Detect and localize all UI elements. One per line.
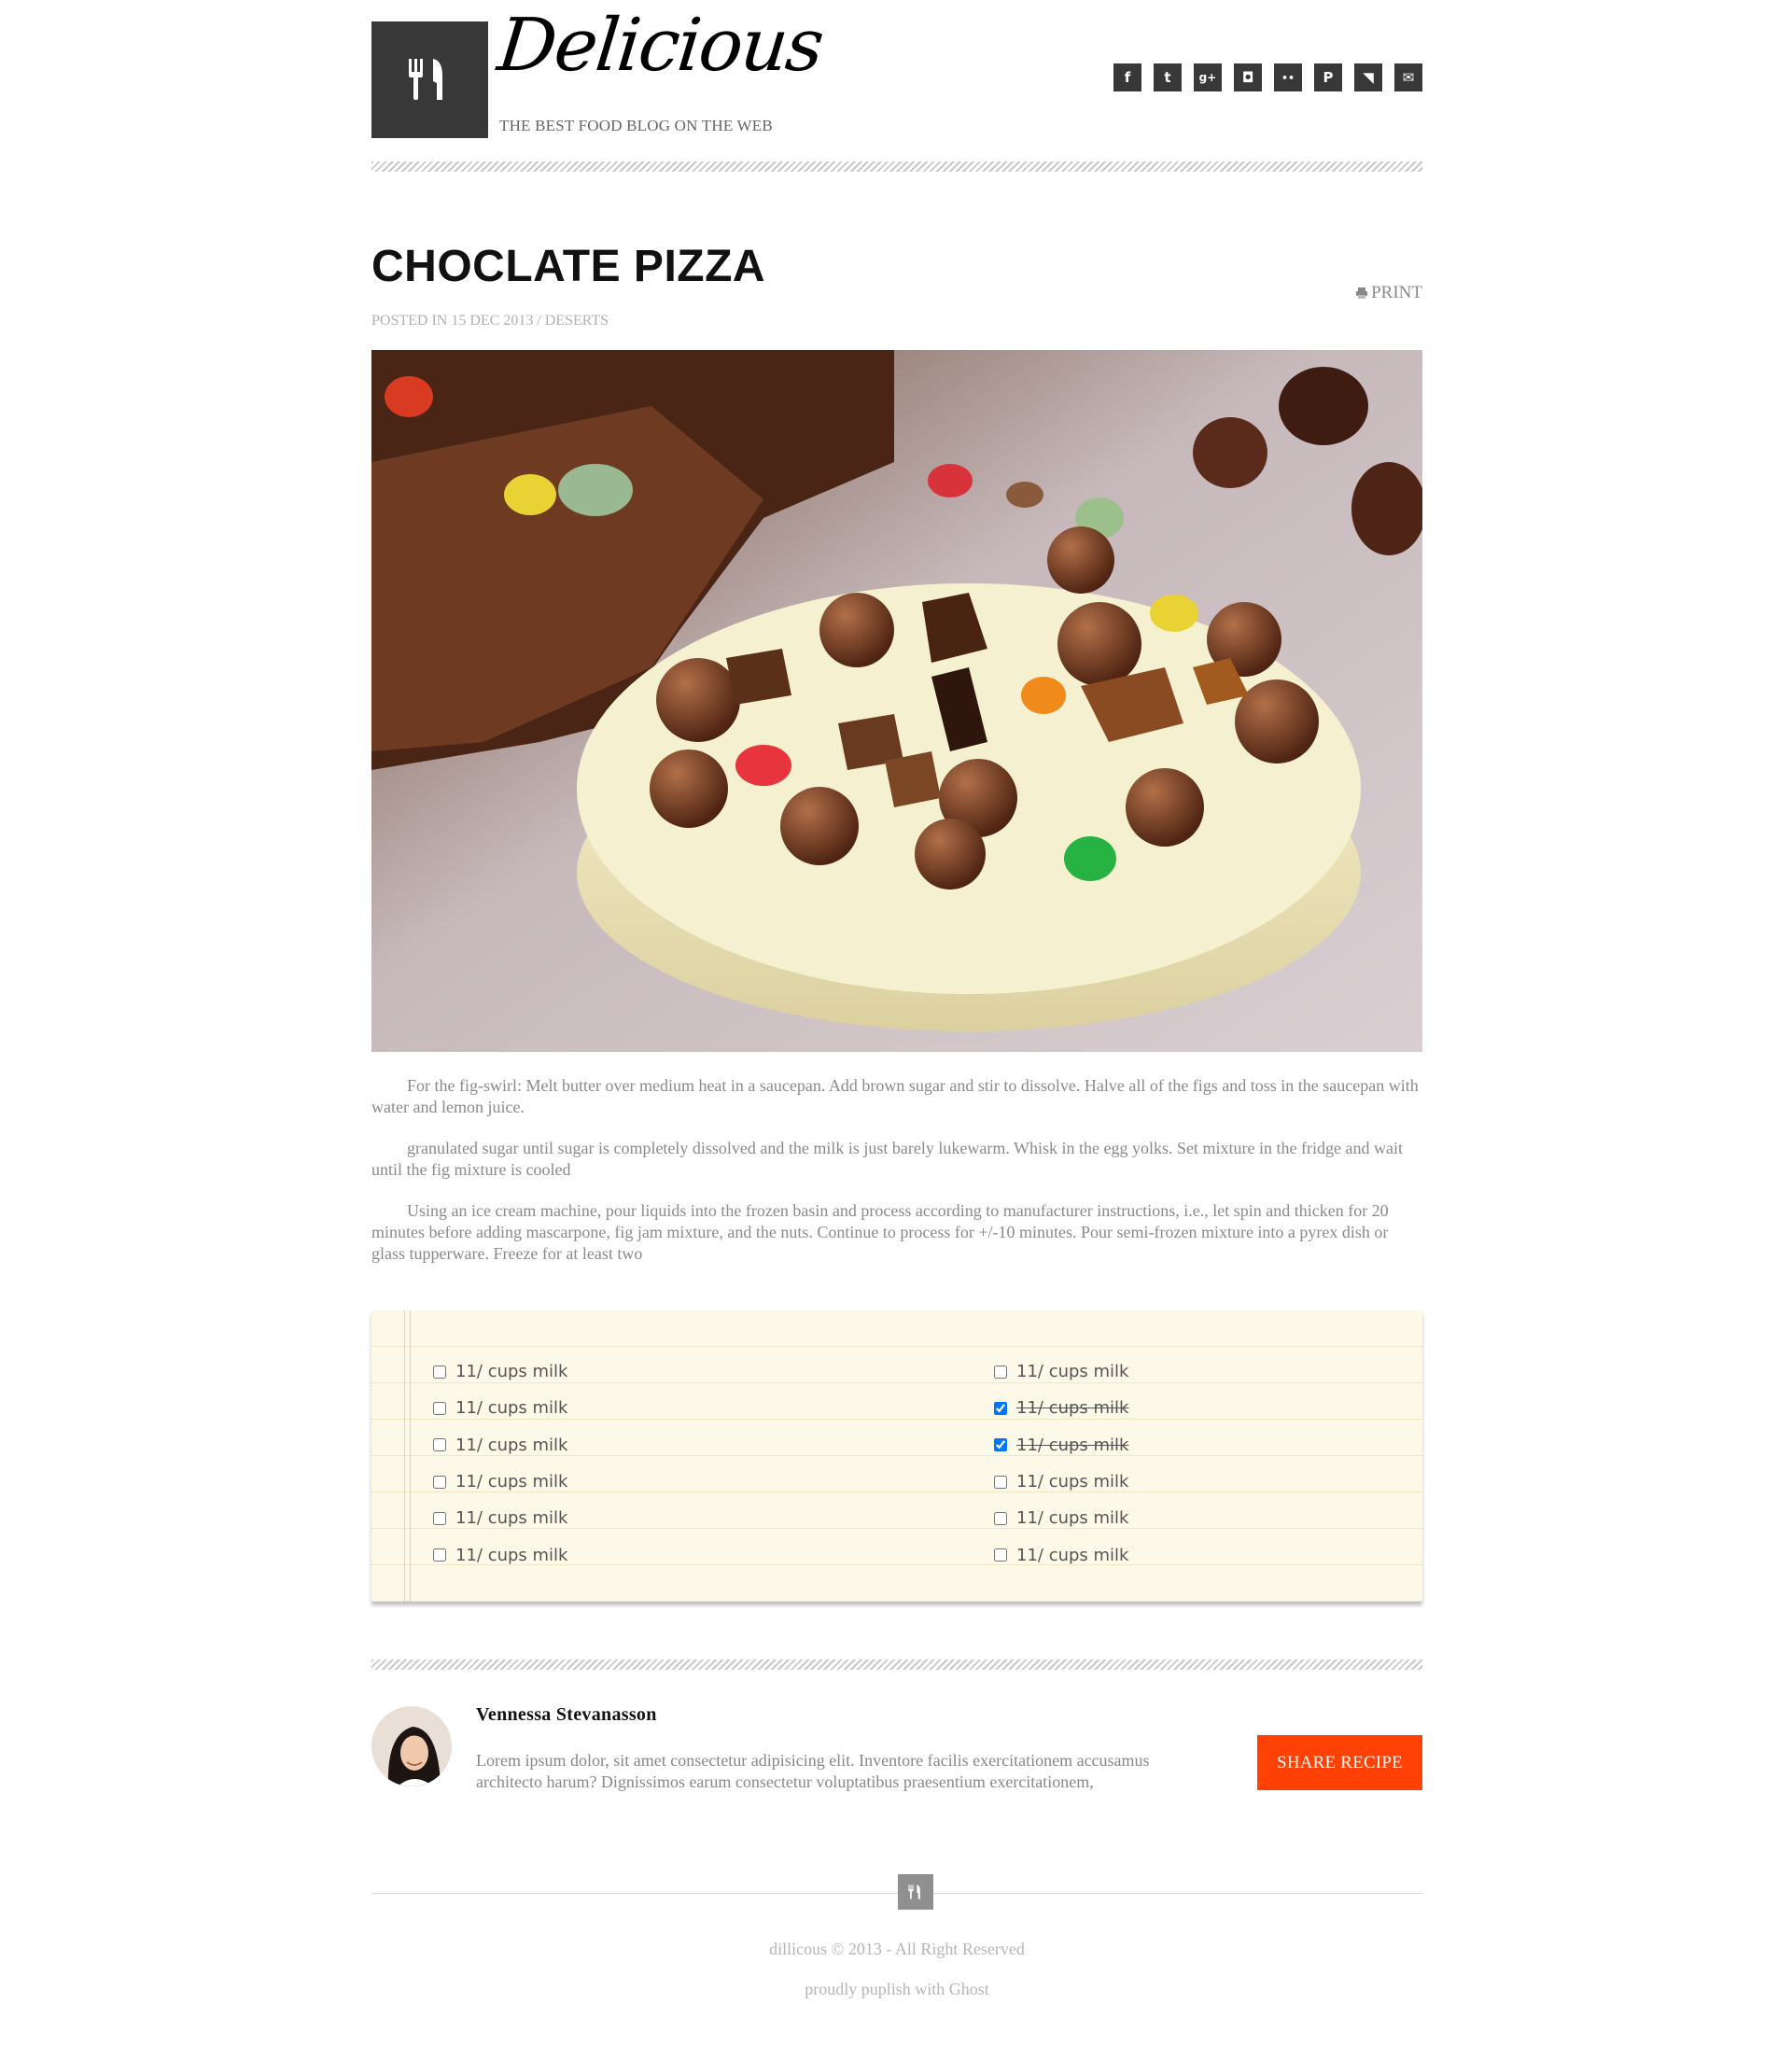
twitter-icon[interactable]: t (1154, 63, 1182, 91)
recipe-photo-illustration (371, 350, 1422, 1052)
print-link[interactable]: PRINT (1355, 283, 1422, 303)
fork-knife-icon (409, 59, 442, 100)
print-label: PRINT (1371, 283, 1422, 302)
ingredient-item[interactable]: 11/ cups milk (433, 1500, 567, 1536)
google-plus-icon[interactable]: g+ (1194, 63, 1222, 91)
ingredient-item[interactable]: 11/ cups milk (994, 1353, 1128, 1390)
ingredient-label: 11/ cups milk (1016, 1472, 1129, 1492)
ingredient-checkbox[interactable] (994, 1475, 1007, 1489)
ingredient-label: 11/ cups milk (1016, 1508, 1129, 1529)
author-avatar (371, 1706, 452, 1786)
author-photo (371, 1706, 452, 1786)
author-divider (371, 1660, 1422, 1670)
ingredient-label: 11/ cups milk (1016, 1362, 1129, 1382)
powered-by-text: proudly puplish with Ghost (805, 1980, 989, 1998)
pinterest-icon[interactable]: P (1314, 63, 1342, 91)
ingredient-label: 11/ cups milk (455, 1362, 568, 1382)
ingredient-checkbox[interactable] (994, 1438, 1007, 1452)
ingredient-item[interactable]: 11/ cups milk (433, 1427, 567, 1464)
body-paragraph: granulated sugar until sugar is complete… (371, 1139, 1403, 1179)
recipe-body: For the fig-swirl: Melt butter over medi… (371, 1075, 1422, 1284)
copyright-text: dillicous © 2013 - All Right Reserved (769, 1940, 1025, 1958)
header-divider (371, 161, 1422, 172)
body-paragraph: Using an ice cream machine, pour liquids… (371, 1201, 1389, 1263)
site-brand[interactable]: Delicious (494, 4, 826, 88)
share-recipe-button[interactable]: SHARE RECIPE (1257, 1735, 1422, 1790)
notepad-margin-line (410, 1310, 411, 1602)
footer-divider (371, 1893, 1422, 1894)
ingredient-checkbox[interactable] (433, 1365, 446, 1379)
ingredients-checklist: 11/ cups milk 11/ cups milk 11/ cups mil… (371, 1310, 1422, 1602)
author-name: Vennessa Stevanasson (476, 1704, 657, 1725)
flickr-icon[interactable]: •• (1274, 63, 1302, 91)
ingredient-checkbox[interactable] (433, 1401, 446, 1415)
recipe-photo (371, 350, 1422, 1052)
author-bio: Lorem ipsum dolor, sit amet consectetur … (476, 1751, 1150, 1791)
ingredient-checkbox[interactable] (433, 1548, 446, 1562)
ingredient-label: 11/ cups milk (1016, 1545, 1129, 1565)
post-meta: POSTED IN 15 DEC 2013 / DESERTS (371, 313, 609, 329)
ingredient-checkbox[interactable] (994, 1548, 1007, 1562)
ingredient-item[interactable]: 11/ cups milk (994, 1500, 1128, 1536)
body-paragraph: For the fig-swirl: Melt butter over medi… (371, 1076, 1419, 1116)
ingredient-item[interactable]: 11/ cups milk (433, 1353, 567, 1390)
ingredient-label: 11/ cups milk (1016, 1398, 1129, 1419)
instagram-icon[interactable]: ◘ (1234, 63, 1262, 91)
ingredients-column-left: 11/ cups milk 11/ cups milk 11/ cups mil… (433, 1353, 567, 1574)
fork-knife-icon (908, 1884, 920, 1899)
footer-logo[interactable] (898, 1874, 933, 1910)
ingredients-column-right: 11/ cups milk 11/ cups milk 11/ cups mil… (994, 1353, 1128, 1574)
ingredient-label: 11/ cups milk (455, 1545, 568, 1565)
facebook-icon[interactable]: f (1113, 63, 1141, 91)
ingredient-checkbox[interactable] (994, 1365, 1007, 1379)
site-header: Delicious THE BEST FOOD BLOG ON THE WEB … (371, 0, 1422, 172)
ingredient-item[interactable]: 11/ cups milk (433, 1464, 567, 1500)
ingredient-item[interactable]: 11/ cups milk (994, 1390, 1128, 1426)
ingredient-item[interactable]: 11/ cups milk (433, 1536, 567, 1573)
ingredient-checkbox[interactable] (994, 1511, 1007, 1525)
notepad-margin-line (404, 1310, 405, 1602)
ingredient-label: 11/ cups milk (455, 1398, 568, 1419)
ingredient-item[interactable]: 11/ cups milk (433, 1390, 567, 1426)
ingredient-checkbox[interactable] (433, 1475, 446, 1489)
ingredient-label: 11/ cups milk (455, 1435, 568, 1455)
ingredient-label: 11/ cups milk (455, 1508, 568, 1529)
ingredient-item[interactable]: 11/ cups milk (994, 1427, 1128, 1464)
ingredient-label: 11/ cups milk (455, 1472, 568, 1492)
ingredient-item[interactable]: 11/ cups milk (994, 1536, 1128, 1573)
printer-icon (1356, 287, 1368, 299)
site-logo[interactable] (371, 21, 488, 138)
social-links: f t g+ ◘ •• P ◥ ✉ (1113, 63, 1422, 91)
rss-icon[interactable]: ◥ (1354, 63, 1382, 91)
email-icon[interactable]: ✉ (1394, 63, 1422, 91)
ingredient-checkbox[interactable] (433, 1438, 446, 1452)
ingredient-checkbox[interactable] (433, 1511, 446, 1525)
article-title: CHOCLATE PIZZA (371, 242, 766, 291)
site-tagline: THE BEST FOOD BLOG ON THE WEB (499, 117, 773, 134)
ingredient-label: 11/ cups milk (1016, 1435, 1129, 1455)
ingredient-checkbox[interactable] (994, 1401, 1007, 1415)
ingredient-item[interactable]: 11/ cups milk (994, 1464, 1128, 1500)
page-wrapper: Delicious THE BEST FOOD BLOG ON THE WEB … (371, 0, 1422, 1998)
